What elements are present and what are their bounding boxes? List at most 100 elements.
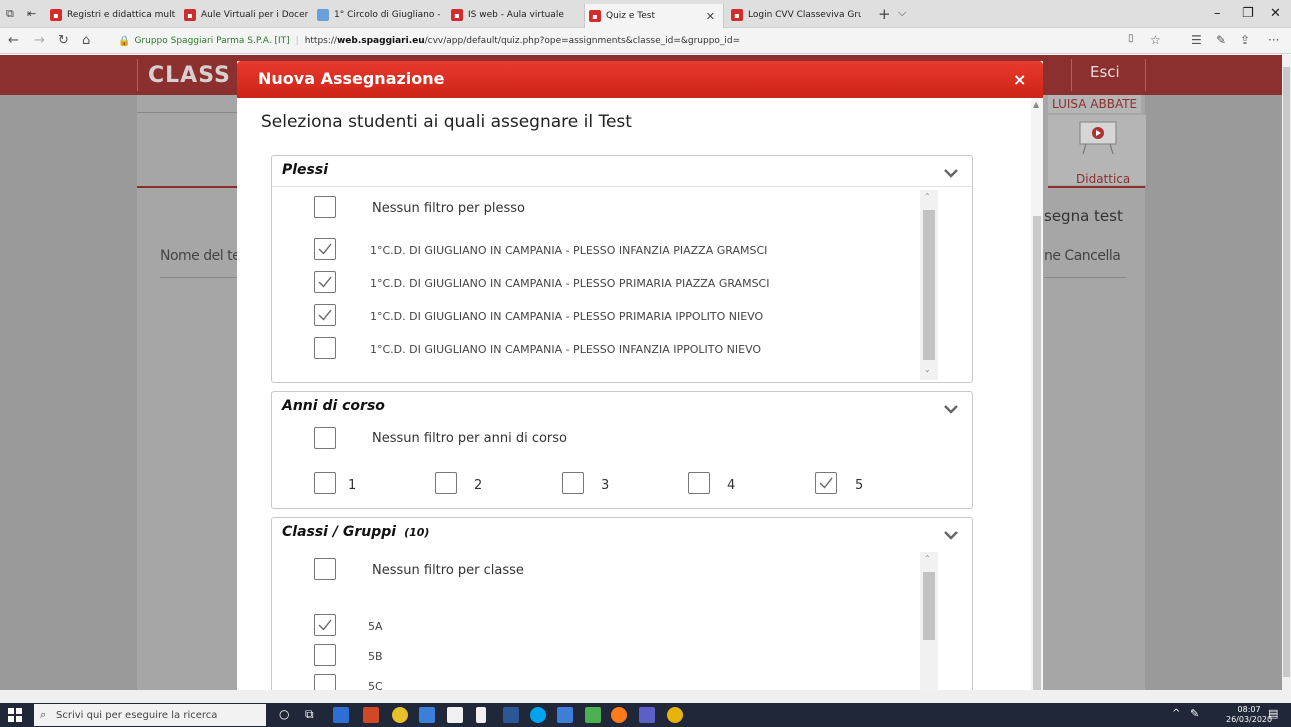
- anno-checkbox[interactable]: [435, 472, 457, 494]
- page-scrollbar[interactable]: [1282, 55, 1291, 690]
- checkmark-icon: [819, 477, 833, 489]
- url-field[interactable]: 🔒 Gruppo Spaggiari Parma S.P.A. [IT] | h…: [118, 32, 1118, 50]
- forward-icon[interactable]: →: [34, 33, 45, 48]
- url-prefix: https://: [304, 36, 337, 46]
- checkbox-label: 4: [727, 478, 736, 493]
- nav-didattica[interactable]: Didattica: [1076, 172, 1130, 186]
- share-icon[interactable]: ⇪: [1240, 33, 1250, 47]
- tab-list-chevron-icon[interactable]: ⌵: [898, 6, 906, 20]
- plesso-checkbox[interactable]: [314, 238, 336, 260]
- chrome-icon[interactable]: [667, 707, 683, 723]
- plessi-list-scrollbar-thumb[interactable]: [923, 210, 935, 360]
- close-icon[interactable]: ×: [1013, 70, 1026, 89]
- task-view-icon[interactable]: ⧉: [305, 707, 314, 722]
- logout-link[interactable]: Esci: [1090, 63, 1120, 81]
- classe-checkbox[interactable]: [314, 644, 336, 666]
- page-scrollbar-thumb[interactable]: [1283, 67, 1290, 677]
- app-taskbar-icon[interactable]: [585, 707, 601, 723]
- no-filter-anni-checkbox[interactable]: [314, 427, 336, 449]
- windows-start-icon[interactable]: [8, 708, 22, 722]
- cortana-icon[interactable]: ○: [279, 707, 289, 721]
- checkbox-label: 1°C.D. DI GIUGLIANO IN CAMPANIA - PLESSO…: [370, 310, 764, 323]
- classe-checkbox[interactable]: [314, 674, 336, 690]
- checkbox-label: 5A: [368, 620, 383, 633]
- pen-workspace-icon[interactable]: ✎: [1190, 707, 1199, 720]
- browser-tab[interactable]: ▪ IS web - Aula virtuale: [447, 4, 575, 26]
- refresh-icon[interactable]: ↻: [58, 33, 69, 48]
- reading-view-icon[interactable]: ▯: [1128, 33, 1134, 44]
- notifications-icon[interactable]: ▤: [1268, 707, 1278, 720]
- checkbox-label: 5: [855, 478, 864, 493]
- app-taskbar-icon[interactable]: [392, 707, 408, 723]
- no-filter-classe-checkbox[interactable]: [314, 558, 336, 580]
- browser-tab[interactable]: ▪ Aule Virtuali per i Docenti.p: [180, 4, 308, 26]
- system-clock[interactable]: 08:07 26/03/2020: [1226, 705, 1272, 725]
- site-identity[interactable]: Gruppo Spaggiari Parma S.P.A. [IT]: [134, 36, 289, 46]
- minimize-icon[interactable]: –: [1214, 6, 1221, 21]
- scroll-up-icon[interactable]: ▲: [1033, 100, 1039, 109]
- home-icon[interactable]: ⌂: [82, 33, 90, 48]
- chevron-down-icon[interactable]: [944, 528, 958, 542]
- plesso-checkbox[interactable]: [314, 271, 336, 293]
- file-explorer-icon[interactable]: [419, 707, 435, 723]
- scroll-down-icon[interactable]: ⌄: [924, 365, 931, 374]
- classi-list-scrollbar[interactable]: ⌃: [920, 552, 938, 690]
- app-taskbar-icon[interactable]: [639, 707, 655, 723]
- windows-taskbar: ⌕ Scrivi qui per eseguire la ricerca ○ ⧉…: [0, 703, 1291, 727]
- browser-tab[interactable]: ▪ Registri e didattica multime: [46, 4, 176, 26]
- clock-date: 26/03/2020: [1226, 715, 1273, 724]
- app-taskbar-icon[interactable]: [333, 707, 349, 723]
- plesso-checkbox[interactable]: [314, 304, 336, 326]
- anno-checkbox[interactable]: [688, 472, 710, 494]
- plesso-checkbox[interactable]: [314, 337, 336, 359]
- chevron-down-icon[interactable]: [944, 166, 958, 180]
- set-tabs-aside-icon[interactable]: ⇤: [27, 7, 36, 20]
- word-icon[interactable]: [503, 707, 519, 723]
- edge-icon[interactable]: [557, 707, 573, 723]
- anni-panel-title: Anni di corso: [282, 398, 385, 414]
- store-icon[interactable]: [447, 707, 463, 723]
- scroll-up-icon[interactable]: ⌃: [924, 554, 931, 563]
- classi-list-scrollbar-thumb[interactable]: [923, 572, 935, 640]
- checkbox-label: 5B: [368, 650, 383, 663]
- restore-icon[interactable]: ❐: [1242, 6, 1254, 21]
- dialog-scrollbar[interactable]: ▲: [1031, 98, 1043, 690]
- anno-checkbox[interactable]: [314, 472, 336, 494]
- no-filter-plesso-checkbox[interactable]: [314, 196, 336, 218]
- chevron-down-icon[interactable]: [944, 402, 958, 416]
- classe-checkbox[interactable]: [314, 614, 336, 636]
- checkbox-label: Nessun filtro per classe: [372, 563, 524, 578]
- browser-tab[interactable]: ▪ Login CVV Classeviva Grupp: [727, 4, 861, 26]
- powerpoint-icon[interactable]: [363, 707, 379, 723]
- new-tab-icon[interactable]: +: [878, 5, 891, 23]
- document-taskbar-icon[interactable]: [476, 707, 486, 723]
- favorite-star-icon[interactable]: ☆: [1150, 33, 1161, 47]
- close-window-icon[interactable]: ✕: [1270, 6, 1281, 21]
- classeviva-icon: ▪: [50, 9, 62, 21]
- pen-icon[interactable]: ✎: [1216, 33, 1226, 47]
- scroll-up-icon[interactable]: ⌃: [924, 192, 931, 201]
- more-icon[interactable]: ···: [1268, 33, 1279, 47]
- firefox-icon[interactable]: [611, 707, 627, 723]
- browser-tab[interactable]: 1° Circolo di Giugliano - Avv: [313, 4, 443, 26]
- taskbar-search-input[interactable]: ⌕ Scrivi qui per eseguire la ricerca: [34, 704, 266, 726]
- dialog-title: Nuova Assegnazione: [258, 69, 445, 88]
- tab-actions-icon[interactable]: ⧉: [6, 7, 14, 21]
- video-board-icon: [1079, 121, 1117, 155]
- divider: [137, 112, 237, 113]
- anno-checkbox[interactable]: [562, 472, 584, 494]
- dialog-scrollbar-thumb[interactable]: [1033, 216, 1041, 690]
- close-tab-icon[interactable]: ✕: [706, 10, 715, 23]
- back-icon[interactable]: ←: [8, 33, 19, 48]
- header-divider: [1071, 59, 1072, 91]
- favorites-list-icon[interactable]: ☰: [1191, 33, 1202, 47]
- plessi-list-scrollbar[interactable]: ⌃ ⌄: [920, 190, 938, 380]
- show-hidden-icons-icon[interactable]: ^: [1172, 708, 1180, 719]
- divider: [1044, 277, 1126, 278]
- browser-tab-active[interactable]: ▪ Quiz e Test ✕: [584, 4, 724, 28]
- tab-label: Registri e didattica multime: [67, 10, 176, 20]
- horizontal-scrollbar[interactable]: [0, 690, 1291, 703]
- anno-checkbox[interactable]: [815, 472, 837, 494]
- assign-test-button[interactable]: segna test: [1044, 207, 1123, 225]
- skype-icon[interactable]: [530, 707, 546, 723]
